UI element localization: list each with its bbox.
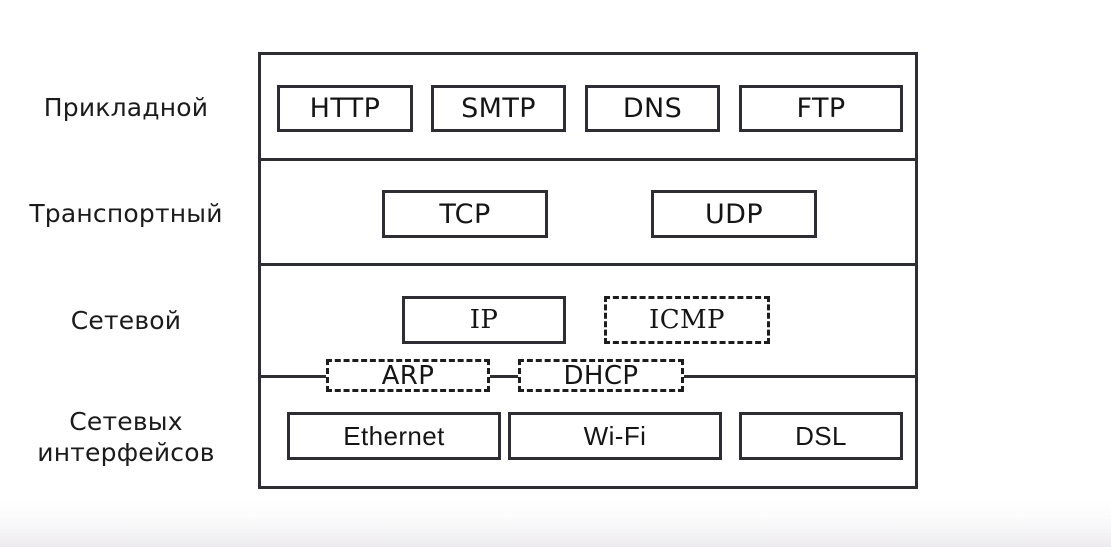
protocol-box-dns: DNS	[585, 85, 720, 132]
layer-label-transport: Транспортный	[29, 199, 223, 228]
layer-label-application: Прикладной	[43, 93, 209, 122]
protocol-box-icmp: ICMP	[604, 296, 770, 344]
protocol-box-arp: ARP	[326, 359, 490, 392]
protocol-box-wifi: Wi-Fi	[508, 412, 722, 460]
diagram-canvas: Прикладной Транспортный Сетевой Сетевых …	[0, 0, 1111, 547]
divider-application-transport	[258, 158, 918, 161]
layer-label-network-interfaces: Сетевых интерфейсов	[37, 407, 215, 467]
protocol-box-ip: IP	[402, 296, 566, 344]
bottom-gradient-strip	[0, 500, 1111, 547]
protocol-box-ethernet: Ethernet	[287, 412, 501, 460]
protocol-box-ftp: FTP	[739, 85, 903, 132]
protocol-box-smtp: SMTP	[431, 85, 566, 132]
protocol-box-http: HTTP	[277, 85, 413, 132]
protocol-box-dsl: DSL	[739, 412, 903, 460]
layer-label-network: Сетевой	[70, 306, 182, 335]
divider-transport-network	[258, 263, 918, 266]
protocol-box-tcp: TCP	[382, 190, 548, 238]
protocol-box-udp: UDP	[651, 190, 817, 238]
protocol-box-dhcp: DHCP	[518, 359, 684, 392]
